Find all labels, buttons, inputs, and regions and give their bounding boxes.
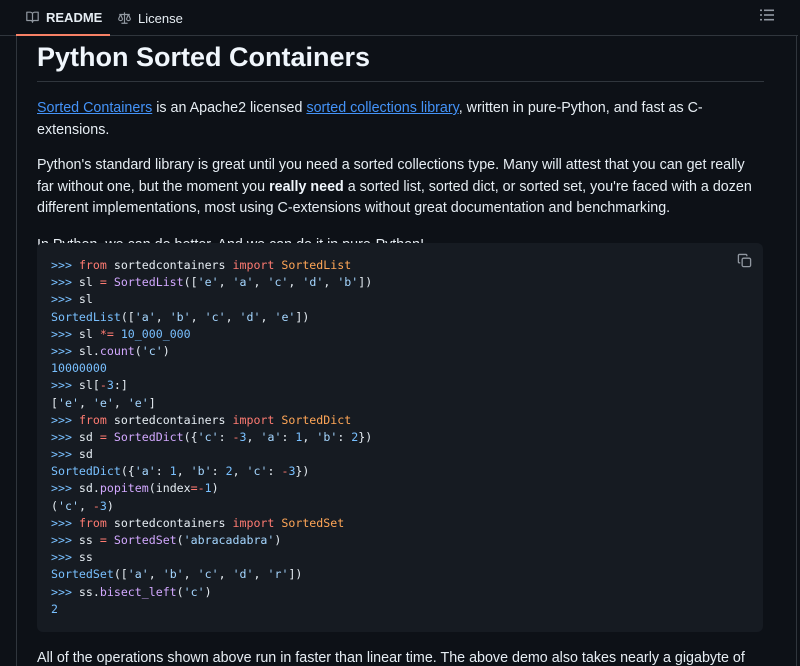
code-line: >>> sd bbox=[51, 447, 93, 462]
code-line: >>> from sortedcontainers import SortedS… bbox=[51, 515, 345, 530]
readme-body: Python Sorted Containers Sorted Containe… bbox=[37, 36, 764, 256]
code-line: >>> sl = SortedList(['e', 'a', 'c', 'd',… bbox=[51, 275, 373, 290]
outline-toggle-button[interactable] bbox=[758, 8, 776, 26]
copy-button[interactable] bbox=[735, 253, 753, 273]
code-content: >>> from sortedcontainers import SortedL… bbox=[51, 257, 372, 618]
motivation-paragraph: Python's standard library is great until… bbox=[37, 155, 764, 220]
readme-tab-bar: README License bbox=[0, 0, 798, 36]
list-icon bbox=[760, 8, 774, 26]
intro-text-1: is an Apache2 licensed bbox=[152, 100, 307, 116]
code-line: SortedList(['a', 'b', 'c', 'd', 'e']) bbox=[51, 309, 310, 324]
code-line: >>> sl.count('c') bbox=[51, 343, 170, 358]
tab-readme[interactable]: README bbox=[16, 0, 111, 36]
code-block: >>> from sortedcontainers import SortedL… bbox=[37, 243, 763, 632]
intro-paragraph: Sorted Containers is an Apache2 licensed… bbox=[37, 98, 764, 141]
code-line: >>> ss = SortedSet('abracadabra') bbox=[51, 533, 282, 547]
operations-paragraph: All of the operations shown above run in… bbox=[37, 650, 745, 666]
code-line: ('c', -3) bbox=[51, 498, 114, 513]
code-line: >>> ss bbox=[51, 550, 93, 565]
code-line: SortedDict({'a': 1, 'b': 2, 'c': -3}) bbox=[51, 464, 310, 479]
code-line: >>> ss.bisect_left('c') bbox=[51, 584, 212, 599]
sorted-collections-library-link[interactable]: sorted collections library bbox=[306, 100, 458, 116]
code-line: >>> sl[-3:] bbox=[51, 378, 128, 393]
tab-license-label: License bbox=[138, 10, 183, 26]
code-line: SortedSet(['a', 'b', 'c', 'd', 'r']) bbox=[51, 567, 303, 582]
page-title: Python Sorted Containers bbox=[37, 36, 764, 82]
motivation-bold: really need bbox=[269, 178, 344, 195]
code-line: >>> from sortedcontainers import SortedL… bbox=[51, 258, 352, 272]
law-icon bbox=[116, 10, 132, 26]
code-line: >>> sl bbox=[51, 292, 93, 307]
tab-readme-label: README bbox=[46, 9, 103, 25]
code-line: 10000000 bbox=[51, 361, 107, 376]
tab-license[interactable]: License bbox=[108, 0, 191, 36]
code-line: >>> from sortedcontainers import SortedD… bbox=[51, 412, 352, 427]
code-line: ['e', 'e', 'e'] bbox=[51, 395, 156, 410]
code-line: >>> sd.popitem(index=-1) bbox=[51, 481, 219, 496]
book-icon bbox=[24, 9, 40, 25]
code-line: 2 bbox=[51, 601, 58, 616]
sorted-containers-link[interactable]: Sorted Containers bbox=[37, 100, 152, 116]
copy-icon bbox=[737, 253, 752, 273]
code-line: >>> sl *= 10_000_000 bbox=[51, 326, 191, 341]
readme-viewer: README License Python Sorted Containers … bbox=[0, 0, 800, 666]
code-line: >>> sd = SortedDict({'c': -3, 'a': 1, 'b… bbox=[51, 429, 373, 444]
